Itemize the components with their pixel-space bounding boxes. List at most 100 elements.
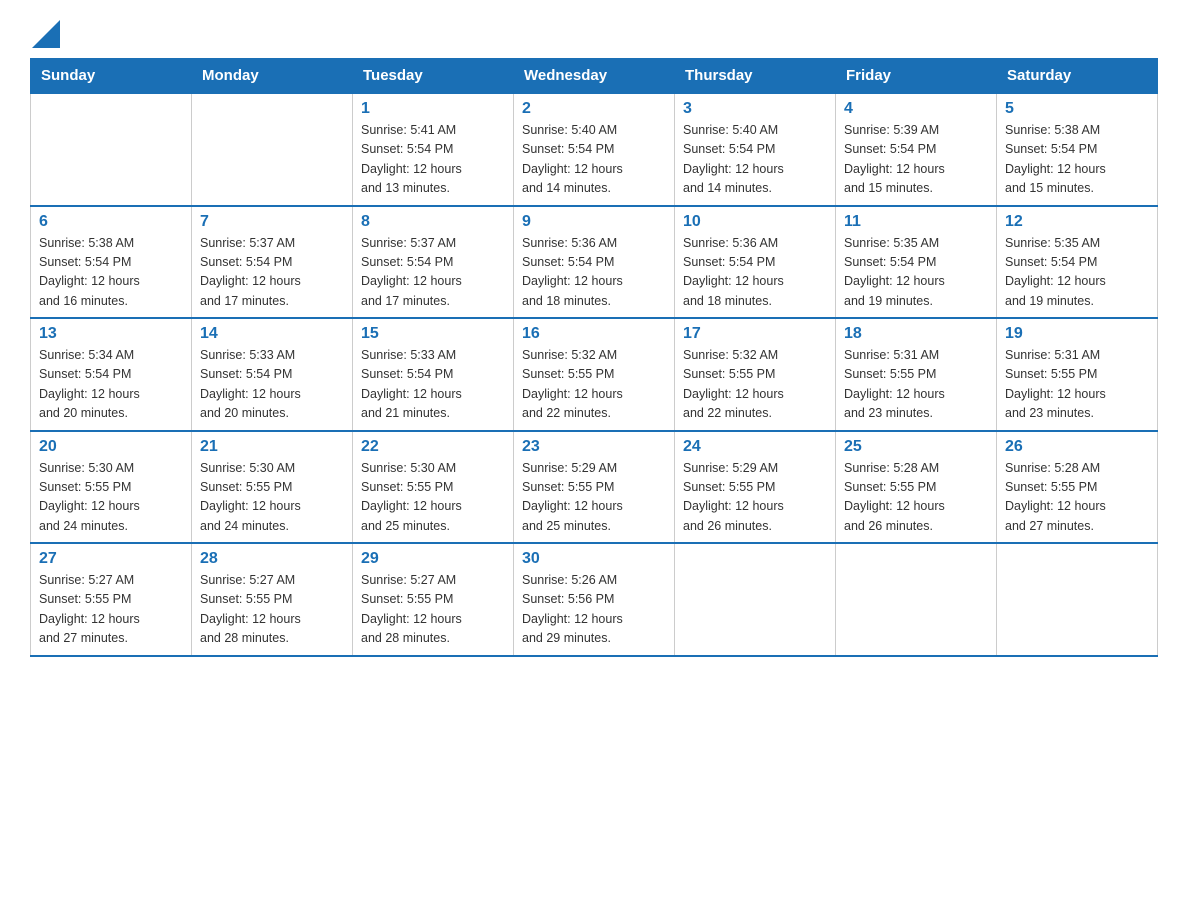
day-info: Sunrise: 5:35 AMSunset: 5:54 PMDaylight:… <box>1005 234 1149 312</box>
day-number: 26 <box>1005 438 1149 456</box>
weekday-header-sunday: Sunday <box>31 59 192 94</box>
table-row: 17 Sunrise: 5:32 AMSunset: 5:55 PMDayligh… <box>675 318 836 431</box>
day-info: Sunrise: 5:40 AMSunset: 5:54 PMDaylight:… <box>683 121 827 199</box>
day-number: 14 <box>200 325 344 343</box>
table-row: 12 Sunrise: 5:35 AMSunset: 5:54 PMDayligh… <box>997 206 1158 319</box>
day-number: 21 <box>200 438 344 456</box>
day-number: 24 <box>683 438 827 456</box>
day-info: Sunrise: 5:30 AMSunset: 5:55 PMDaylight:… <box>361 459 505 537</box>
table-row: 4Sunrise: 5:39 AMSunset: 5:54 PMDaylight… <box>836 93 997 206</box>
day-info: Sunrise: 5:29 AMSunset: 5:55 PMDaylight:… <box>522 459 666 537</box>
weekday-header-friday: Friday <box>836 59 997 94</box>
table-row: 24 Sunrise: 5:29 AMSunset: 5:55 PMDayligh… <box>675 431 836 544</box>
table-row: 7 Sunrise: 5:37 AMSunset: 5:54 PMDaylight… <box>192 206 353 319</box>
day-number: 9 <box>522 213 666 231</box>
week-row-3: 13 Sunrise: 5:34 AMSunset: 5:54 PMDayligh… <box>31 318 1158 431</box>
table-row: 23 Sunrise: 5:29 AMSunset: 5:55 PMDayligh… <box>514 431 675 544</box>
day-info: Sunrise: 5:33 AMSunset: 5:54 PMDaylight:… <box>200 346 344 424</box>
day-number: 28 <box>200 550 344 568</box>
table-row: 15Sunrise: 5:33 AMSunset: 5:54 PMDayligh… <box>353 318 514 431</box>
day-info: Sunrise: 5:38 AMSunset: 5:54 PMDaylight:… <box>1005 121 1149 199</box>
day-number: 30 <box>522 550 666 568</box>
table-row <box>192 93 353 206</box>
day-info: Sunrise: 5:40 AMSunset: 5:54 PMDaylight:… <box>522 121 666 199</box>
week-row-4: 20 Sunrise: 5:30 AMSunset: 5:55 PMDayligh… <box>31 431 1158 544</box>
day-number: 5 <box>1005 100 1149 118</box>
weekday-header-wednesday: Wednesday <box>514 59 675 94</box>
day-number: 20 <box>39 438 183 456</box>
table-row: 19 Sunrise: 5:31 AMSunset: 5:55 PMDayligh… <box>997 318 1158 431</box>
day-number: 19 <box>1005 325 1149 343</box>
table-row: 18 Sunrise: 5:31 AMSunset: 5:55 PMDayligh… <box>836 318 997 431</box>
weekday-header-thursday: Thursday <box>675 59 836 94</box>
logo <box>30 20 60 48</box>
day-number: 4 <box>844 100 988 118</box>
day-number: 27 <box>39 550 183 568</box>
table-row: 26 Sunrise: 5:28 AMSunset: 5:55 PMDayligh… <box>997 431 1158 544</box>
day-info: Sunrise: 5:35 AMSunset: 5:54 PMDaylight:… <box>844 234 988 312</box>
day-number: 3 <box>683 100 827 118</box>
week-row-2: 6 Sunrise: 5:38 AMSunset: 5:54 PMDaylight… <box>31 206 1158 319</box>
day-info: Sunrise: 5:30 AMSunset: 5:55 PMDaylight:… <box>39 459 183 537</box>
weekday-header-saturday: Saturday <box>997 59 1158 94</box>
day-info: Sunrise: 5:28 AMSunset: 5:55 PMDaylight:… <box>844 459 988 537</box>
table-row: 27 Sunrise: 5:27 AMSunset: 5:55 PMDayligh… <box>31 543 192 656</box>
day-number: 10 <box>683 213 827 231</box>
day-number: 7 <box>200 213 344 231</box>
table-row: 13 Sunrise: 5:34 AMSunset: 5:54 PMDayligh… <box>31 318 192 431</box>
table-row <box>836 543 997 656</box>
day-info: Sunrise: 5:32 AMSunset: 5:55 PMDaylight:… <box>683 346 827 424</box>
page-header <box>30 20 1158 48</box>
weekday-header-row: SundayMondayTuesdayWednesdayThursdayFrid… <box>31 59 1158 94</box>
day-info: Sunrise: 5:38 AMSunset: 5:54 PMDaylight:… <box>39 234 183 312</box>
week-row-5: 27 Sunrise: 5:27 AMSunset: 5:55 PMDayligh… <box>31 543 1158 656</box>
day-info: Sunrise: 5:31 AMSunset: 5:55 PMDaylight:… <box>844 346 988 424</box>
day-number: 17 <box>683 325 827 343</box>
table-row: 16Sunrise: 5:32 AMSunset: 5:55 PMDayligh… <box>514 318 675 431</box>
weekday-header-monday: Monday <box>192 59 353 94</box>
day-number: 12 <box>1005 213 1149 231</box>
table-row: 6 Sunrise: 5:38 AMSunset: 5:54 PMDaylight… <box>31 206 192 319</box>
table-row: 2 Sunrise: 5:40 AMSunset: 5:54 PMDaylight… <box>514 93 675 206</box>
table-row: 3 Sunrise: 5:40 AMSunset: 5:54 PMDaylight… <box>675 93 836 206</box>
day-number: 2 <box>522 100 666 118</box>
day-number: 1 <box>361 100 505 118</box>
day-number: 25 <box>844 438 988 456</box>
table-row: 22 Sunrise: 5:30 AMSunset: 5:55 PMDayligh… <box>353 431 514 544</box>
day-number: 8 <box>361 213 505 231</box>
table-row: 25 Sunrise: 5:28 AMSunset: 5:55 PMDayligh… <box>836 431 997 544</box>
day-number: 22 <box>361 438 505 456</box>
day-info: Sunrise: 5:37 AMSunset: 5:54 PMDaylight:… <box>200 234 344 312</box>
table-row: 29 Sunrise: 5:27 AMSunset: 5:55 PMDayligh… <box>353 543 514 656</box>
logo-triangle-icon <box>32 20 60 48</box>
table-row: 28 Sunrise: 5:27 AMSunset: 5:55 PMDayligh… <box>192 543 353 656</box>
table-row: 5 Sunrise: 5:38 AMSunset: 5:54 PMDaylight… <box>997 93 1158 206</box>
day-number: 15 <box>361 325 505 343</box>
table-row <box>997 543 1158 656</box>
day-info: Sunrise: 5:34 AMSunset: 5:54 PMDaylight:… <box>39 346 183 424</box>
calendar-table: SundayMondayTuesdayWednesdayThursdayFrid… <box>30 58 1158 657</box>
day-info: Sunrise: 5:36 AMSunset: 5:54 PMDaylight:… <box>522 234 666 312</box>
day-info: Sunrise: 5:28 AMSunset: 5:55 PMDaylight:… <box>1005 459 1149 537</box>
day-info: Sunrise: 5:29 AMSunset: 5:55 PMDaylight:… <box>683 459 827 537</box>
table-row: 14 Sunrise: 5:33 AMSunset: 5:54 PMDayligh… <box>192 318 353 431</box>
day-info: Sunrise: 5:41 AMSunset: 5:54 PMDaylight:… <box>361 121 505 199</box>
table-row: 8 Sunrise: 5:37 AMSunset: 5:54 PMDaylight… <box>353 206 514 319</box>
day-number: 23 <box>522 438 666 456</box>
day-info: Sunrise: 5:37 AMSunset: 5:54 PMDaylight:… <box>361 234 505 312</box>
day-info: Sunrise: 5:27 AMSunset: 5:55 PMDaylight:… <box>361 571 505 649</box>
table-row <box>31 93 192 206</box>
day-number: 13 <box>39 325 183 343</box>
day-number: 6 <box>39 213 183 231</box>
day-number: 11 <box>844 213 988 231</box>
day-number: 16 <box>522 325 666 343</box>
day-number: 29 <box>361 550 505 568</box>
table-row: 30Sunrise: 5:26 AMSunset: 5:56 PMDayligh… <box>514 543 675 656</box>
table-row: 20 Sunrise: 5:30 AMSunset: 5:55 PMDayligh… <box>31 431 192 544</box>
table-row <box>675 543 836 656</box>
day-info: Sunrise: 5:31 AMSunset: 5:55 PMDaylight:… <box>1005 346 1149 424</box>
day-info: Sunrise: 5:27 AMSunset: 5:55 PMDaylight:… <box>200 571 344 649</box>
day-number: 18 <box>844 325 988 343</box>
day-info: Sunrise: 5:27 AMSunset: 5:55 PMDaylight:… <box>39 571 183 649</box>
table-row: 21Sunrise: 5:30 AMSunset: 5:55 PMDayligh… <box>192 431 353 544</box>
